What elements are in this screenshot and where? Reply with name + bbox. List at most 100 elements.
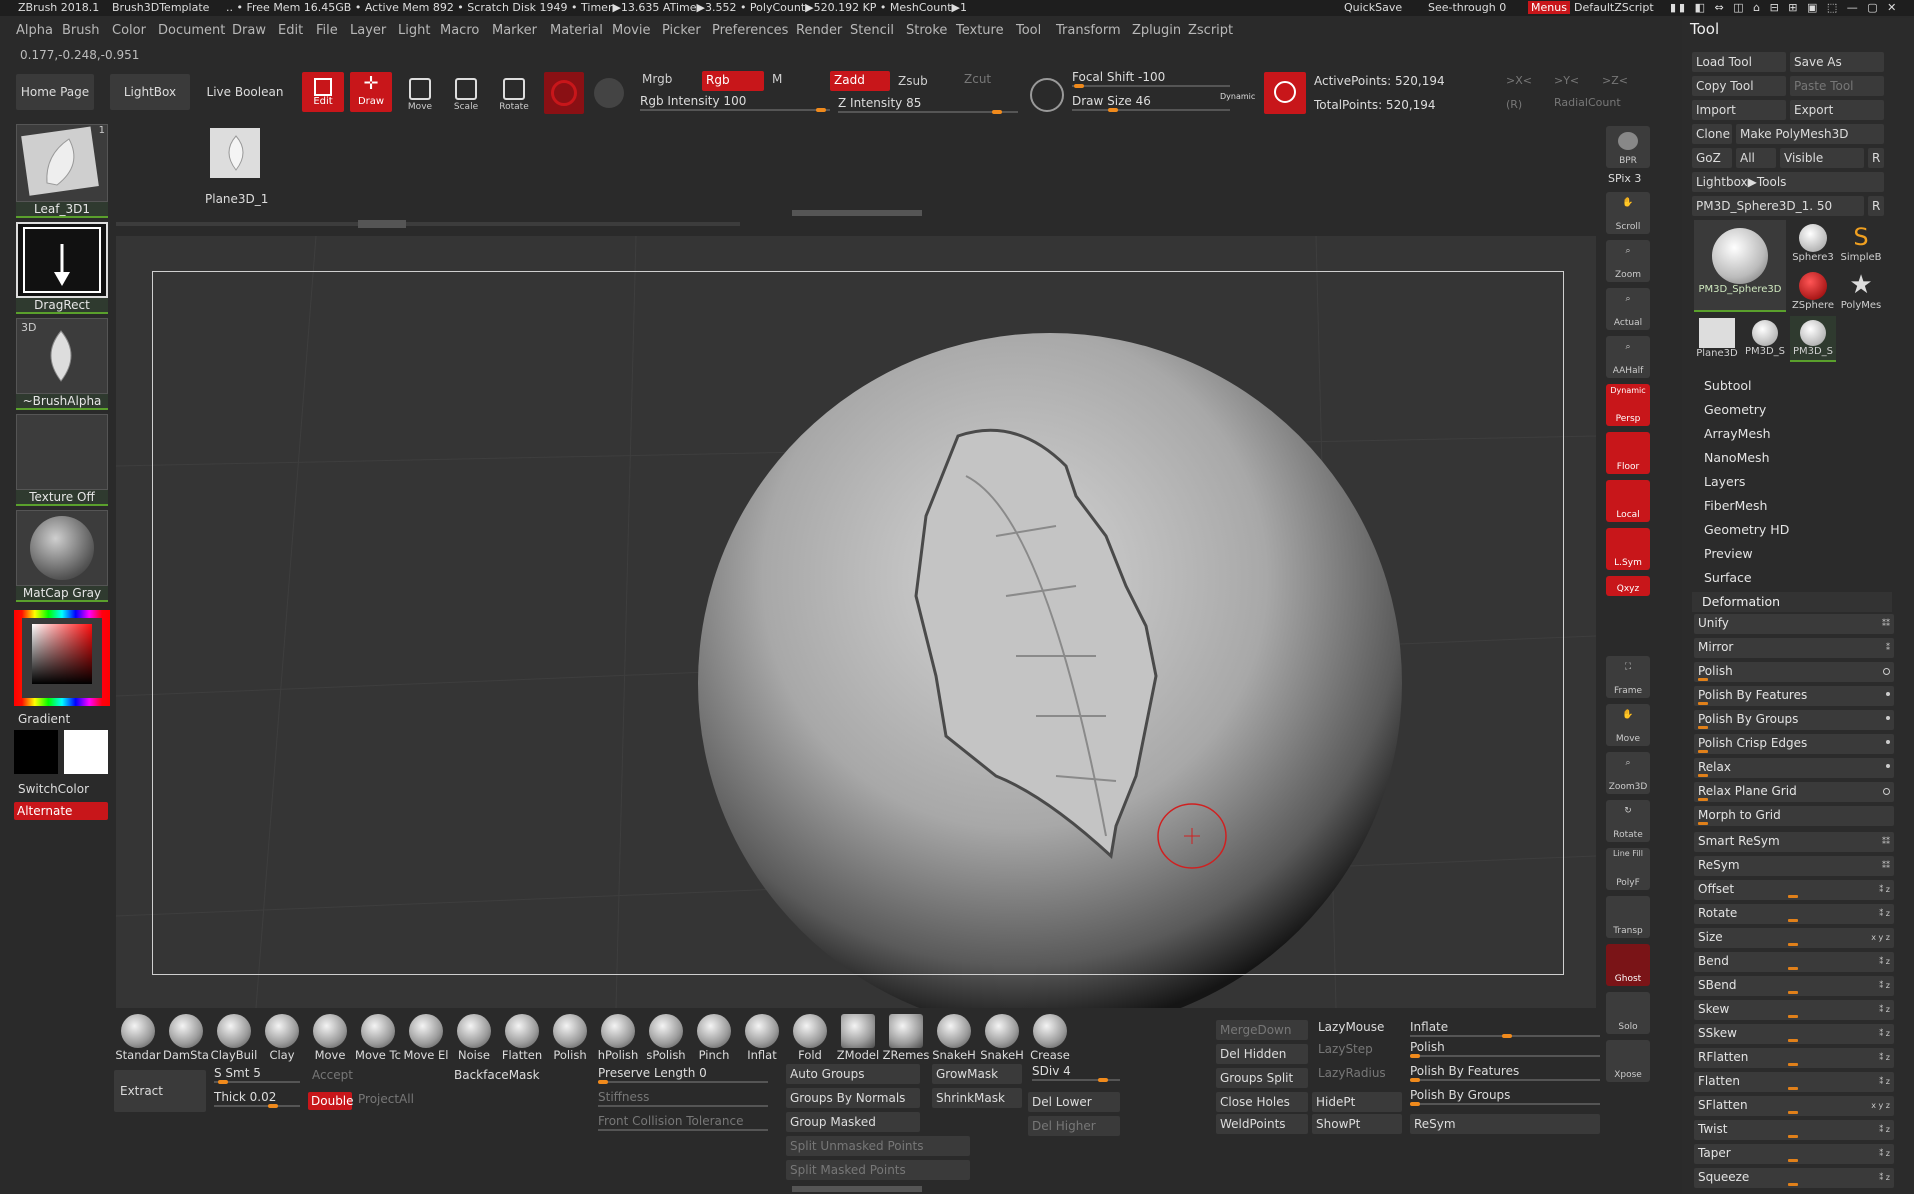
- tool-thumb-polymesh[interactable]: ★ PolyMes: [1838, 270, 1884, 316]
- twist-slider[interactable]: Twist ⁑ z: [1694, 1120, 1894, 1140]
- gradient-label[interactable]: Gradient: [18, 712, 70, 726]
- floor-button[interactable]: Floor: [1606, 432, 1650, 474]
- del-higher-button[interactable]: Del Higher: [1028, 1116, 1120, 1136]
- lazy-snap-icon[interactable]: [1030, 78, 1064, 112]
- mirror-button[interactable]: Mirror ⁑: [1694, 638, 1894, 658]
- tool-thumb-pm3d-s2[interactable]: PM3D_S: [1790, 316, 1836, 362]
- polish-groups-bottom-slider[interactable]: Polish By Groups: [1410, 1088, 1600, 1106]
- current-tool-r-button[interactable]: R: [1868, 196, 1884, 216]
- m-button[interactable]: M: [772, 72, 782, 86]
- lightbox-tools-button[interactable]: Lightbox▶Tools: [1692, 172, 1884, 192]
- tool-thumb-simplebrush[interactable]: S SimpleB: [1838, 222, 1884, 268]
- goz-button[interactable]: GoZ: [1692, 148, 1732, 168]
- goz-r-button[interactable]: R: [1868, 148, 1884, 168]
- groups-by-normals-button[interactable]: Groups By Normals: [786, 1088, 920, 1108]
- inflate-slider[interactable]: Inflate: [1410, 1020, 1600, 1038]
- extract-button[interactable]: Extract: [114, 1070, 206, 1112]
- menu-color[interactable]: Color: [112, 23, 146, 38]
- brush-claybuildup[interactable]: ClayBuil: [210, 1012, 258, 1068]
- lsym-button[interactable]: L.Sym: [1606, 528, 1650, 570]
- menu-alpha[interactable]: Alpha: [16, 23, 53, 38]
- window-controls[interactable]: ▮▮ ◧ ⇔ ◫ ⌂ ⊟ ⊞ ▣ ⬚ — ▢ ✕: [1670, 1, 1899, 14]
- brush-zmodeler[interactable]: ZModel: [834, 1012, 882, 1068]
- brush-polish[interactable]: Polish: [546, 1012, 594, 1068]
- export-button[interactable]: Export: [1790, 100, 1884, 120]
- brush-zremesher[interactable]: ZRemes: [882, 1012, 930, 1068]
- frame-button[interactable]: ⛶ Frame: [1606, 656, 1650, 698]
- secondary-color-swatch[interactable]: [64, 730, 108, 774]
- tool-scroll-thumb[interactable]: [358, 220, 406, 228]
- draw-size-dynamic-button[interactable]: [1264, 72, 1306, 114]
- lightbox-button[interactable]: LightBox: [110, 74, 190, 110]
- grow-mask-button[interactable]: GrowMask: [932, 1064, 1022, 1084]
- tool-scrollbar[interactable]: [116, 222, 740, 226]
- group-masked-button[interactable]: Group Masked: [786, 1112, 920, 1132]
- z-intensity-slider[interactable]: Z Intensity 85: [838, 96, 1018, 114]
- menu-picker[interactable]: Picker: [662, 23, 701, 38]
- menu-layer[interactable]: Layer: [350, 23, 386, 38]
- seethrough-slider[interactable]: See-through 0: [1428, 1, 1506, 14]
- clone-button[interactable]: Clone: [1692, 124, 1732, 144]
- import-button[interactable]: Import: [1692, 100, 1786, 120]
- smart-resym-button[interactable]: Smart ReSym ⁑⁑: [1694, 832, 1894, 852]
- resym-button[interactable]: ReSym ⁑⁑: [1694, 856, 1894, 876]
- menu-edit[interactable]: Edit: [278, 23, 303, 38]
- unify-button[interactable]: Unify ⁑⁑: [1694, 614, 1894, 634]
- bend-slider[interactable]: Bend ⁑ z: [1694, 952, 1894, 972]
- brush-clay[interactable]: Clay: [258, 1012, 306, 1068]
- scroll-button[interactable]: ✋ Scroll: [1606, 192, 1650, 234]
- sflatten-slider[interactable]: SFlatten x y z: [1694, 1096, 1894, 1116]
- quicksave-button[interactable]: QuickSave: [1344, 1, 1402, 14]
- color-picker[interactable]: [14, 610, 110, 706]
- texture-thumb[interactable]: [16, 414, 108, 490]
- groups-split-button[interactable]: Groups Split: [1216, 1068, 1308, 1088]
- dynamic-label[interactable]: Dynamic: [1220, 92, 1255, 101]
- tool-thumb-plane3d[interactable]: Plane3D: [1694, 316, 1740, 362]
- symmetry-x-button[interactable]: >X<: [1506, 74, 1532, 87]
- scale-mode-button[interactable]: Scale: [446, 72, 486, 118]
- persp-button[interactable]: Dynamic Persp: [1606, 384, 1650, 426]
- relax-plane-grid-slider[interactable]: Relax Plane Grid: [1694, 782, 1894, 802]
- polish-features-bottom-slider[interactable]: Polish By Features: [1410, 1064, 1600, 1082]
- relax-slider[interactable]: Relax: [1694, 758, 1894, 778]
- menu-material[interactable]: Material: [550, 23, 603, 38]
- brush-damstandard[interactable]: DamSta: [162, 1012, 210, 1068]
- goz-visible-button[interactable]: Visible: [1780, 148, 1864, 168]
- merge-down-button[interactable]: MergeDown: [1216, 1020, 1308, 1040]
- brush-spolish[interactable]: sPolish: [642, 1012, 690, 1068]
- actual-button[interactable]: ⌕ Actual: [1606, 288, 1650, 330]
- transp-button[interactable]: Transp: [1606, 896, 1650, 938]
- shrink-mask-button[interactable]: ShrinkMask: [932, 1088, 1022, 1108]
- s-smt-slider[interactable]: S Smt 5: [214, 1066, 300, 1084]
- menu-zplugin[interactable]: Zplugin: [1132, 23, 1181, 38]
- polish-by-groups-slider[interactable]: Polish By Groups: [1694, 710, 1894, 730]
- zoom3d-button[interactable]: ⌕ Zoom3D: [1606, 752, 1650, 794]
- rgb-intensity-slider[interactable]: Rgb Intensity 100: [640, 94, 830, 112]
- double-button[interactable]: Double: [308, 1092, 354, 1110]
- sphere-brush-button[interactable]: [544, 72, 584, 114]
- rotate-view-button[interactable]: ↻ Rotate: [1606, 800, 1650, 842]
- polish-crisp-edges-slider[interactable]: Polish Crisp Edges: [1694, 734, 1894, 754]
- paste-tool-button[interactable]: Paste Tool: [1790, 76, 1884, 96]
- sskew-slider[interactable]: SSkew ⁑ z: [1694, 1024, 1894, 1044]
- lazymouse-button[interactable]: LazyMouse: [1318, 1020, 1384, 1034]
- copy-tool-button[interactable]: Copy Tool: [1692, 76, 1786, 96]
- radial-symmetry-button[interactable]: (R): [1506, 98, 1522, 111]
- menu-preferences[interactable]: Preferences: [712, 23, 788, 38]
- tool-thumb-zsphere[interactable]: ZSphere: [1790, 270, 1836, 316]
- polish-by-features-slider[interactable]: Polish By Features: [1694, 686, 1894, 706]
- draw-mode-button[interactable]: ✛ Draw: [350, 72, 392, 112]
- qxyz-button[interactable]: Qxyz: [1606, 576, 1650, 596]
- accept-button[interactable]: Accept: [312, 1068, 353, 1082]
- zoom-button[interactable]: ⌕ Zoom: [1606, 240, 1650, 282]
- alternate-button[interactable]: Alternate: [14, 802, 108, 820]
- stiffness-slider[interactable]: Stiffness: [598, 1090, 768, 1108]
- radial-count-slider[interactable]: RadialCount: [1554, 96, 1621, 109]
- menu-stroke[interactable]: Stroke: [906, 23, 947, 38]
- symmetry-y-button[interactable]: >Y<: [1554, 74, 1579, 87]
- hue-ring[interactable]: [14, 610, 110, 706]
- live-boolean-button[interactable]: Live Boolean: [202, 74, 288, 110]
- tool-thumb-pm3d-sphere[interactable]: PM3D_Sphere3D: [1694, 220, 1786, 312]
- rflatten-slider[interactable]: RFlatten ⁑ z: [1694, 1048, 1894, 1068]
- save-as-button[interactable]: Save As: [1790, 52, 1884, 72]
